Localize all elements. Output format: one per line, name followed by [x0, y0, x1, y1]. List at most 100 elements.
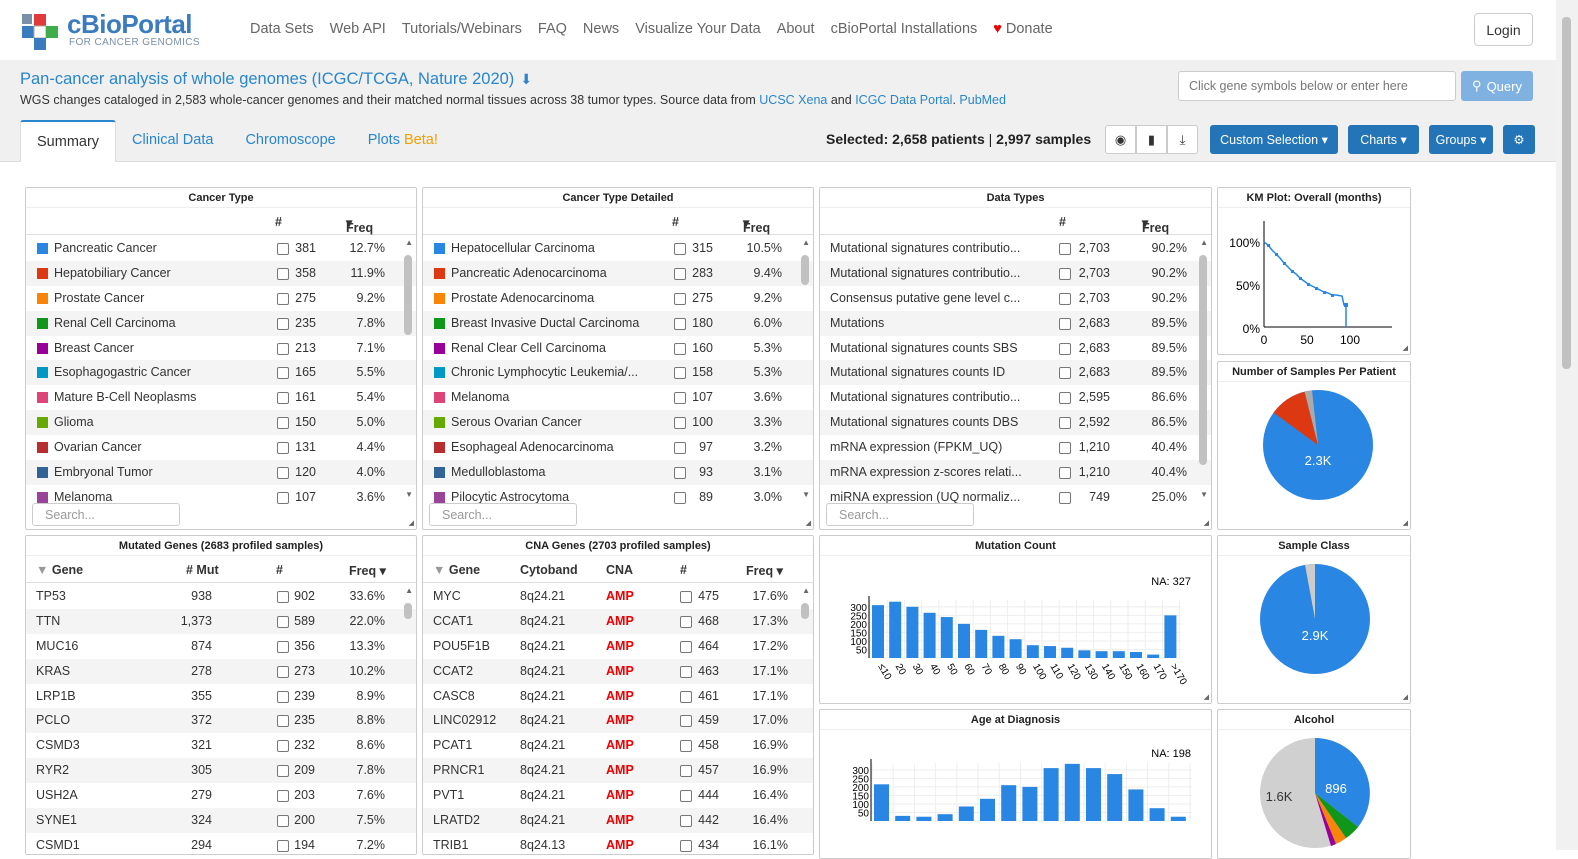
scroll-up-icon[interactable]: ▲ — [802, 586, 810, 595]
gene-name[interactable]: KRAS — [36, 664, 70, 678]
table-row[interactable]: Breast Cancer 213 7.1% — [26, 335, 416, 361]
bar[interactable] — [889, 601, 902, 658]
alcohol-pie[interactable]: 896 1.6K — [1218, 731, 1411, 859]
row-checkbox[interactable] — [680, 740, 692, 753]
row-checkbox[interactable] — [674, 467, 686, 480]
gene-name[interactable]: CSMD3 — [36, 738, 80, 752]
search-input[interactable]: Search... — [32, 503, 180, 526]
row-checkbox[interactable] — [277, 665, 289, 678]
download-icon[interactable]: ⤓ — [1167, 125, 1198, 154]
charts-button[interactable]: Charts ▾ — [1348, 125, 1419, 154]
bar[interactable] — [895, 815, 911, 821]
row-checkbox[interactable] — [1059, 467, 1071, 480]
row-checkbox[interactable] — [277, 367, 289, 380]
row-checkbox[interactable] — [277, 317, 289, 330]
bar[interactable] — [916, 816, 932, 821]
col-cytoband[interactable]: Cytoband — [520, 563, 578, 577]
table-row[interactable]: Ovarian Cancer 131 4.4% — [26, 435, 416, 461]
tab-summary[interactable]: Summary — [20, 120, 117, 162]
scrollbar[interactable] — [1199, 255, 1207, 465]
gene-name[interactable]: RYR2 — [36, 763, 69, 777]
row-checkbox[interactable] — [277, 690, 289, 703]
row-checkbox[interactable] — [277, 267, 289, 280]
scroll-up-icon[interactable]: ▲ — [1200, 238, 1208, 247]
row-checkbox[interactable] — [674, 317, 686, 330]
col-freq[interactable]: Freq ▾ — [743, 215, 770, 235]
settings-gear-icon[interactable]: ⚙ — [1503, 125, 1535, 154]
table-row[interactable]: CSMD1 294 194 7.2% — [26, 832, 416, 854]
bar[interactable] — [1044, 646, 1056, 658]
col-freq[interactable]: Freq ▾ — [746, 563, 783, 578]
scrollbar[interactable] — [404, 255, 412, 335]
bar[interactable] — [1107, 774, 1123, 821]
groups-button[interactable]: Groups ▾ — [1429, 125, 1493, 154]
gene-name[interactable]: MUC16 — [36, 639, 78, 653]
row-checkbox[interactable] — [680, 765, 692, 778]
scroll-up-icon[interactable]: ▲ — [405, 238, 413, 247]
table-row[interactable]: PRNCR1 8q24.21 AMP 457 16.9% — [423, 758, 813, 784]
filter-icon[interactable]: ▼ — [433, 563, 445, 577]
table-row[interactable]: Breast Invasive Ductal Carcinoma 180 6.0% — [423, 310, 813, 336]
row-checkbox[interactable] — [674, 367, 686, 380]
col-count[interactable]: # — [680, 563, 687, 577]
col-count[interactable]: # — [276, 563, 283, 577]
bar[interactable] — [1149, 808, 1165, 821]
row-checkbox[interactable] — [1059, 442, 1071, 455]
col-cna[interactable]: CNA — [606, 563, 633, 577]
pubmed-link[interactable]: PubMed — [959, 93, 1006, 107]
row-checkbox[interactable] — [1059, 267, 1071, 280]
row-checkbox[interactable] — [674, 417, 686, 430]
row-checkbox[interactable] — [680, 665, 692, 678]
row-checkbox[interactable] — [674, 392, 686, 405]
row-checkbox[interactable] — [277, 640, 289, 653]
nav-about[interactable]: About — [777, 21, 815, 37]
col-freq[interactable]: Freq ▾ — [349, 563, 386, 578]
gene-name[interactable]: CCAT1 — [433, 614, 473, 628]
row-checkbox[interactable] — [1059, 317, 1071, 330]
bar[interactable] — [1164, 615, 1177, 658]
gene-name[interactable]: TP53 — [36, 589, 66, 603]
table-row[interactable]: Renal Cell Carcinoma 235 7.8% — [26, 310, 416, 336]
col-freq[interactable]: Freq ▾ — [346, 215, 373, 235]
gene-name[interactable]: PRNCR1 — [433, 763, 484, 777]
scroll-down-icon[interactable]: ▼ — [405, 490, 413, 499]
row-checkbox[interactable] — [674, 267, 686, 280]
scroll-down-icon[interactable]: ▼ — [802, 490, 810, 499]
resize-handle-icon[interactable]: ◢ — [1204, 693, 1209, 701]
nav-news[interactable]: News — [583, 21, 619, 37]
col-count[interactable]: # — [672, 215, 679, 229]
nav-web-api[interactable]: Web API — [330, 21, 386, 37]
bar[interactable] — [1130, 652, 1142, 658]
col-count[interactable]: # — [275, 215, 282, 229]
bar[interactable] — [937, 814, 953, 821]
gene-name[interactable]: PCLO — [36, 713, 70, 727]
nav-faq[interactable]: FAQ — [538, 21, 567, 37]
search-input[interactable]: Search... — [429, 503, 577, 526]
row-checkbox[interactable] — [680, 690, 692, 703]
bar[interactable] — [1026, 645, 1039, 658]
bar[interactable] — [1043, 768, 1059, 821]
gene-name[interactable]: POU5F1B — [433, 639, 490, 653]
row-checkbox[interactable] — [680, 591, 692, 603]
scrollbar[interactable] — [801, 255, 809, 285]
bar[interactable] — [1170, 816, 1186, 821]
filter-icon[interactable]: ▼ — [36, 563, 48, 577]
resize-handle-icon[interactable]: ◢ — [806, 519, 811, 527]
row-checkbox[interactable] — [674, 292, 686, 305]
gene-name[interactable]: LINC02912 — [433, 713, 496, 727]
bar[interactable] — [1147, 654, 1160, 658]
bar[interactable] — [1095, 651, 1108, 658]
table-row[interactable]: Mutational signatures counts ID 2,683 89.5… — [820, 360, 1211, 386]
table-row[interactable]: mRNA expression z-scores relati... 1,210 4… — [820, 460, 1211, 485]
table-row[interactable]: TTN 1,373 589 22.0% — [26, 608, 416, 634]
custom-selection-button[interactable]: Custom Selection ▾ — [1210, 125, 1338, 154]
scroll-down-icon[interactable]: ▼ — [1200, 490, 1208, 499]
col-gene[interactable]: ▼ Gene — [433, 563, 480, 577]
table-row[interactable]: Esophageal Adenocarcinoma 97 3.2% — [423, 435, 813, 461]
bookmark-icon[interactable]: ▮ — [1136, 125, 1167, 154]
scroll-up-icon[interactable]: ▲ — [405, 586, 413, 595]
page-scrollbar-thumb[interactable] — [1562, 17, 1571, 369]
table-row[interactable]: Mutational signatures counts DBS 2,592 86.… — [820, 410, 1211, 436]
search-input[interactable]: Search... — [826, 503, 974, 526]
icgc-portal-link[interactable]: ICGC Data Portal — [855, 93, 952, 107]
